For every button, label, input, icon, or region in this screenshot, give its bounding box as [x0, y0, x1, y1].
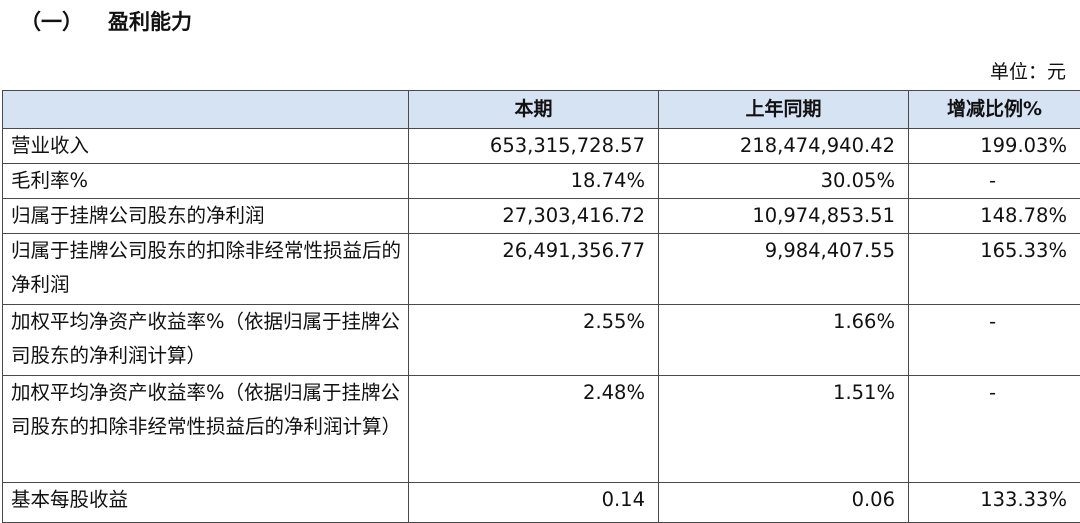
row-label: 基本每股收益 — [3, 483, 409, 523]
unit-label: 单位：元 — [990, 56, 1066, 88]
header-item — [3, 91, 409, 129]
row-label: 归属于挂牌公司股东的扣除非经常性损益后的净利润 — [3, 234, 409, 305]
profitability-table: 本期 上年同期 增减比例% 营业收入 653,315,728.57 218,47… — [2, 90, 1080, 523]
previous-value: 0.06 — [659, 483, 909, 523]
previous-value: 1.66% — [659, 305, 909, 376]
change-value: - — [909, 164, 1080, 199]
change-value: - — [909, 305, 1080, 376]
table-row: 归属于挂牌公司股东的扣除非经常性损益后的净利润 26,491,356.77 9,… — [3, 234, 1080, 305]
previous-value: 1.51% — [659, 376, 909, 483]
section-heading: （一）盈利能力 — [20, 4, 192, 40]
table-row: 加权平均净资产收益率%（依据归属于挂牌公司股东的扣除非经常性损益后的净利润计算）… — [3, 376, 1080, 483]
header-change-percent: 增减比例% — [909, 91, 1080, 129]
current-value: 27,303,416.72 — [409, 199, 659, 234]
row-label: 加权平均净资产收益率%（依据归属于挂牌公司股东的扣除非经常性损益后的净利润计算） — [3, 376, 409, 483]
change-value: 148.78% — [909, 199, 1080, 234]
header-previous-period: 上年同期 — [659, 91, 909, 129]
previous-value: 218,474,940.42 — [659, 129, 909, 164]
row-label: 营业收入 — [3, 129, 409, 164]
table-row: 毛利率% 18.74% 30.05% - — [3, 164, 1080, 199]
current-value: 2.55% — [409, 305, 659, 376]
table-header-row: 本期 上年同期 增减比例% — [3, 91, 1080, 129]
table-row: 加权平均净资产收益率%（依据归属于挂牌公司股东的净利润计算） 2.55% 1.6… — [3, 305, 1080, 376]
previous-value: 30.05% — [659, 164, 909, 199]
current-value: 26,491,356.77 — [409, 234, 659, 305]
current-value: 653,315,728.57 — [409, 129, 659, 164]
section-number: （一） — [20, 4, 108, 40]
header-current-period: 本期 — [409, 91, 659, 129]
row-label: 毛利率% — [3, 164, 409, 199]
change-value: 133.33% — [909, 483, 1080, 523]
table-row: 归属于挂牌公司股东的净利润 27,303,416.72 10,974,853.5… — [3, 199, 1080, 234]
change-value: 165.33% — [909, 234, 1080, 305]
change-value: 199.03% — [909, 129, 1080, 164]
current-value: 18.74% — [409, 164, 659, 199]
section-title: 盈利能力 — [108, 10, 192, 34]
previous-value: 9,984,407.55 — [659, 234, 909, 305]
table-row: 营业收入 653,315,728.57 218,474,940.42 199.0… — [3, 129, 1080, 164]
row-label: 归属于挂牌公司股东的净利润 — [3, 199, 409, 234]
change-value: - — [909, 376, 1080, 483]
table-row: 基本每股收益 0.14 0.06 133.33% — [3, 483, 1080, 523]
row-label: 加权平均净资产收益率%（依据归属于挂牌公司股东的净利润计算） — [3, 305, 409, 376]
current-value: 2.48% — [409, 376, 659, 483]
previous-value: 10,974,853.51 — [659, 199, 909, 234]
current-value: 0.14 — [409, 483, 659, 523]
